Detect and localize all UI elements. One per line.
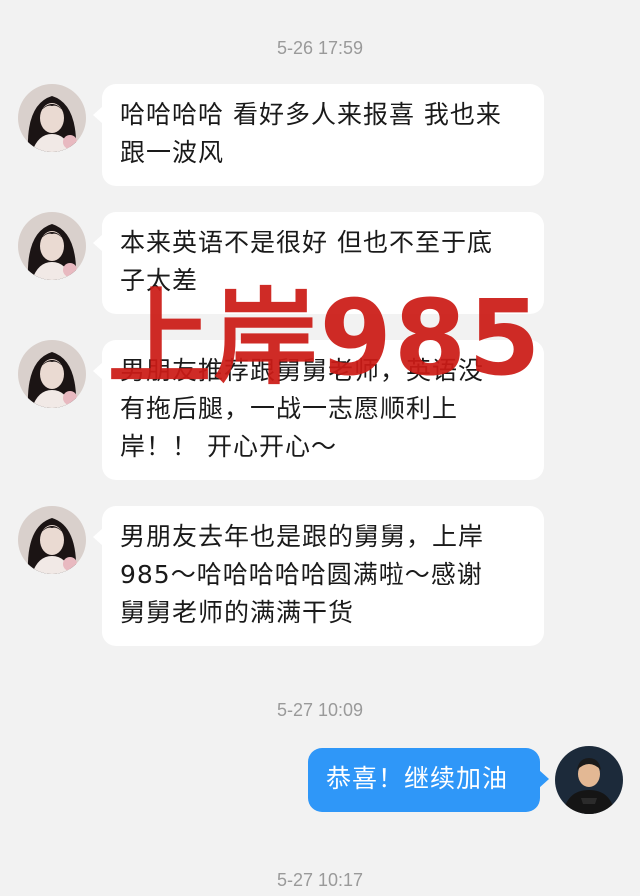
friend-avatar[interactable]: [18, 84, 86, 152]
friend-avatar[interactable]: [18, 506, 86, 574]
message-line: 岸！！ 开心开心～: [120, 432, 337, 461]
message-line: 男朋友推荐跟舅舅老师，英语没: [120, 356, 485, 385]
message-bubble[interactable]: 男朋友去年也是跟的舅舅，上岸 985～哈哈哈哈哈圆满啦～感谢 舅舅老师的满满干货: [93, 506, 544, 646]
message-line: 舅舅老师的满满干货: [120, 598, 355, 627]
message-line: 有拖后腿，一战一志愿顺利上: [120, 394, 459, 423]
friend-avatar[interactable]: [18, 340, 86, 408]
timestamp: 5-27 10:09: [276, 700, 364, 720]
message-bubble[interactable]: 哈哈哈哈 看好多人来报喜 我也来 跟一波风: [93, 84, 544, 186]
message-line: 985～哈哈哈哈哈圆满啦～感谢: [120, 560, 483, 589]
my-avatar[interactable]: [555, 746, 623, 814]
timestamp: 5-26 17:59: [276, 38, 364, 58]
message-bubble[interactable]: 男朋友推荐跟舅舅老师，英语没 有拖后腿，一战一志愿顺利上 岸！！ 开心开心～: [93, 340, 544, 480]
friend-avatar[interactable]: [18, 212, 86, 280]
message-line: 恭喜！继续加油: [326, 764, 509, 793]
message-line: 跟一波风: [120, 138, 225, 167]
message-line: 男朋友去年也是跟的舅舅，上岸: [120, 522, 485, 551]
message-bubble[interactable]: 本来英语不是很好 但也不至于底 子太差: [93, 212, 544, 314]
my-message-bubble[interactable]: 恭喜！继续加油: [308, 748, 549, 812]
message-line: 子太差: [120, 266, 199, 295]
timestamp: 5-27 10:17: [276, 870, 364, 890]
message-line: 本来英语不是很好 但也不至于底: [120, 228, 493, 257]
message-line: 哈哈哈哈 看好多人来报喜 我也来: [120, 100, 502, 129]
